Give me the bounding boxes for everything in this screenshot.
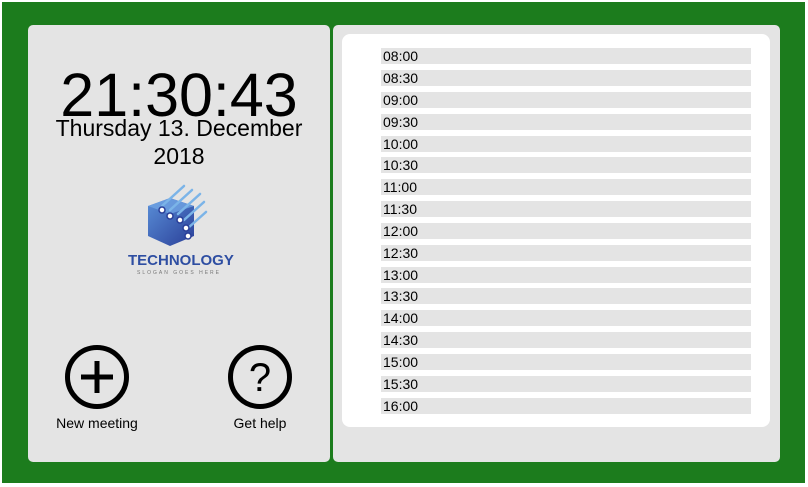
question-circle-icon[interactable]: ? [228,345,292,409]
time-slot-label: 08:00 [383,48,419,64]
company-logo: TECHNOLOGY SLOGAN GOES HERE [128,184,234,280]
time-slot-label: 09:00 [383,92,419,108]
get-help-label[interactable]: Get help [200,415,320,431]
time-slot[interactable]: 14:30 [381,332,751,348]
logo-name: TECHNOLOGY [128,252,234,269]
new-meeting-label[interactable]: New meeting [37,415,157,431]
time-slot[interactable]: 10:30 [381,157,751,173]
time-slot[interactable]: 15:00 [381,354,751,370]
time-slot[interactable]: 10:00 [381,136,751,152]
date-line-2: 2018 [153,143,205,169]
info-panel: 21:30:43 Thursday 13. December 2018 TECH… [28,25,330,462]
svg-text:?: ? [249,356,271,400]
time-slot-label: 16:00 [383,398,419,414]
current-date: Thursday 13. December 2018 [28,114,330,170]
time-slot-label: 10:30 [383,157,419,173]
time-slot[interactable]: 11:30 [381,201,751,217]
time-slot[interactable]: 16:00 [381,398,751,414]
time-slot[interactable]: 09:00 [381,92,751,108]
time-slot[interactable]: 08:00 [381,48,751,64]
time-slot-label: 13:00 [383,267,419,283]
time-slot-label: 12:00 [383,223,419,239]
date-line-1: Thursday 13. December [55,115,303,141]
time-slot[interactable]: 08:30 [381,70,751,86]
time-slot-label: 14:30 [383,332,419,348]
time-slot-label: 13:30 [383,288,419,304]
time-slot-label: 14:00 [383,310,419,326]
time-slot-label: 15:30 [383,376,419,392]
time-slot-label: 12:30 [383,245,419,261]
app-frame: 21:30:43 Thursday 13. December 2018 TECH… [0,0,808,487]
time-slot[interactable]: 13:30 [381,288,751,304]
time-slot-label: 15:00 [383,354,419,370]
time-slot-label: 11:00 [383,179,417,195]
get-help-button[interactable]: ? Get help [200,345,320,431]
schedule-panel: 08:00 08:30 09:00 09:30 10:00 10:30 11:0… [333,25,780,462]
plus-circle-icon[interactable] [65,345,129,409]
time-slot[interactable]: 15:30 [381,376,751,392]
time-slot-label: 10:00 [383,136,419,152]
time-slot-label: 11:30 [383,201,417,217]
time-slot[interactable]: 12:30 [381,245,751,261]
time-slot-label: 08:30 [383,70,419,86]
schedule-list: 08:00 08:30 09:00 09:30 10:00 10:30 11:0… [342,34,770,427]
time-slot-label: 09:30 [383,114,419,130]
time-slot[interactable]: 14:00 [381,310,751,326]
time-slot[interactable]: 09:30 [381,114,751,130]
new-meeting-button[interactable]: New meeting [37,345,157,431]
logo-slogan: SLOGAN GOES HERE [137,270,221,276]
time-slot[interactable]: 13:00 [381,267,751,283]
cube-circuit-icon [148,184,208,246]
time-slot[interactable]: 11:00 [381,179,751,195]
time-slot[interactable]: 12:00 [381,223,751,239]
